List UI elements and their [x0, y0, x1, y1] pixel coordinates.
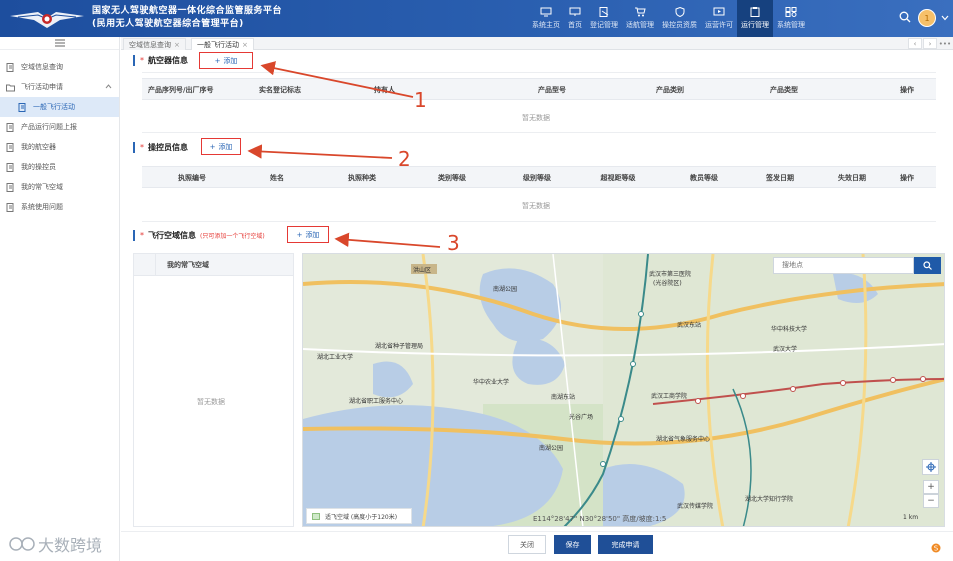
close-button[interactable]: 关闭: [508, 535, 546, 554]
annotation-arrow-1: [260, 61, 414, 98]
annotation-arrow-2: [247, 144, 393, 159]
submit-application-button[interactable]: 完成申请: [598, 535, 653, 554]
annotation-overlay: [247, 61, 441, 248]
annotation-arrow-3: [334, 232, 441, 248]
svg-text:S: S: [934, 545, 939, 553]
annotation-number: 2: [398, 147, 411, 171]
watermark: 大数跨境: [8, 532, 102, 556]
watermark-logo: [9, 537, 35, 551]
annotation-number: 1: [414, 88, 427, 112]
feedback-icon[interactable]: S: [931, 543, 941, 553]
watermark-text: 大数跨境: [38, 536, 103, 555]
save-button[interactable]: 保存: [554, 535, 591, 554]
annotation-number: 3: [447, 231, 460, 255]
